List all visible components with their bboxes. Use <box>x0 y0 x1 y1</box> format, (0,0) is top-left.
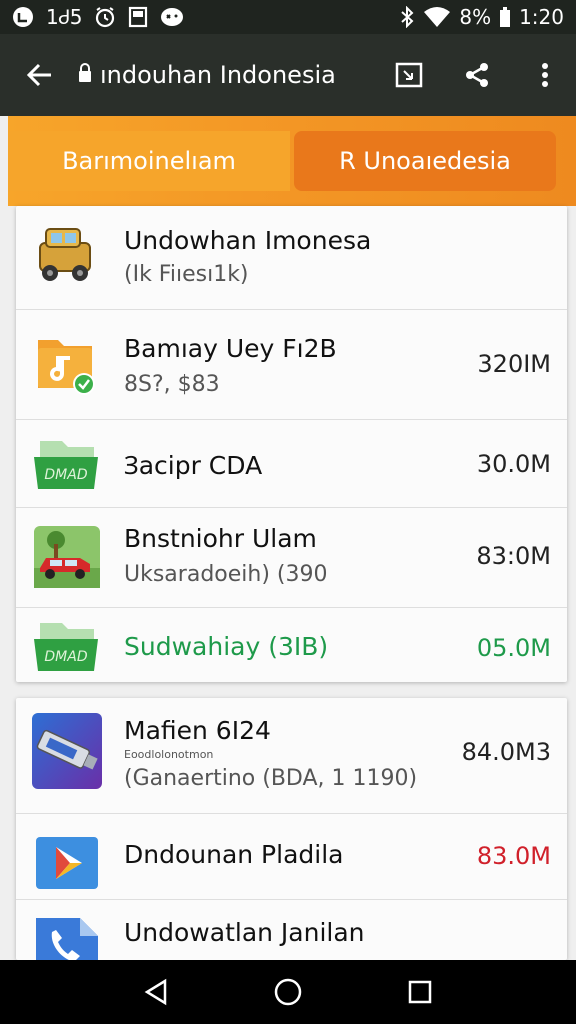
list-item[interactable]: Undowatlan Janilan <box>16 900 567 960</box>
list-item[interactable]: Bamıay Uey Fı2B 8S?, $83 320IM <box>16 310 567 420</box>
list-item[interactable]: Undowhan Imonesa (Ik Fiıesı1k) <box>16 206 567 310</box>
game-icon <box>160 6 184 28</box>
status-bar: 1Ꮷ5 8% 1:20 <box>0 0 576 34</box>
url-bar[interactable]: ındouhan Indonesia <box>78 61 348 89</box>
notification-icon <box>12 6 34 28</box>
list-item[interactable]: DMAD Ɜacipr CDA 30.0M <box>16 420 567 508</box>
list-item[interactable]: Bnstniohr Ulam Uksaradoeih) (390 83:0M <box>16 508 567 608</box>
list-item[interactable]: Dndounan Pladila 83.0M <box>16 814 567 900</box>
item-size: 83:0M <box>476 542 551 570</box>
item-size: 05.0M <box>476 634 551 662</box>
truck-app-icon <box>32 220 102 290</box>
music-folder-app-icon <box>32 328 102 398</box>
item-title: Undowhan Imonesa <box>124 226 372 255</box>
item-title: Dndounan Pladila <box>124 840 344 869</box>
tab-switch-icon[interactable] <box>392 58 426 92</box>
item-subtitle: (Ik Fiıesı1k) <box>124 262 249 287</box>
flash-drive-app-icon <box>32 713 102 789</box>
dmad-app-icon: DMAD <box>32 430 102 500</box>
home-circle-icon[interactable] <box>268 972 308 1012</box>
car-app-icon <box>32 522 102 592</box>
share-icon[interactable] <box>460 58 494 92</box>
item-subtitle: (Ganaertino (BDA, 1 1190) <box>124 766 418 791</box>
item-title: Ɜacipr CDA <box>124 451 263 480</box>
back-arrow-icon[interactable] <box>20 55 60 95</box>
item-title: Bnstniohr Ulam <box>124 524 317 553</box>
wifi-icon <box>423 6 451 28</box>
apps-list-card: Mafien 6I24 Eoodlolonotmon (Ganaertino (… <box>16 698 567 960</box>
lock-icon <box>78 61 92 89</box>
screenshot-icon <box>128 6 148 28</box>
back-triangle-icon[interactable] <box>136 972 176 1012</box>
browser-toolbar: ındouhan Indonesia <box>0 34 576 116</box>
tab-first[interactable]: Barımoinelıam <box>8 131 290 191</box>
dmad-app-icon: DMAD <box>32 612 102 682</box>
category-tabs: Barımoinelıam R Unoaıedesia <box>8 116 576 206</box>
item-title: Sudwahiay (3IB) <box>124 632 329 661</box>
item-subtitle: Uksaradoeih) (390 <box>124 562 328 587</box>
battery-icon <box>499 6 511 28</box>
battery-percent: 8% <box>459 5 492 29</box>
recents-square-icon[interactable] <box>400 972 440 1012</box>
item-title: Undowatlan Janilan <box>124 918 365 947</box>
more-vert-icon[interactable] <box>528 58 562 92</box>
system-nav-bar <box>0 960 576 1024</box>
alarm-icon <box>94 6 116 28</box>
item-size: 83.0M <box>476 842 551 870</box>
list-item[interactable]: DMAD Sudwahiay (3IB) 05.0M <box>16 608 567 682</box>
svg-text:DMAD: DMAD <box>44 467 87 483</box>
item-title: Bamıay Uey Fı2B <box>124 334 337 363</box>
item-size: 84.0M3 <box>461 738 551 766</box>
svg-text:DMAD: DMAD <box>44 649 87 665</box>
item-title: Mafien 6I24 <box>124 716 271 745</box>
item-tiny-text: Eoodlolonotmon <box>124 748 214 761</box>
status-left-text: 1Ꮷ5 <box>46 5 83 29</box>
item-subtitle: 8S?, $83 <box>124 372 220 397</box>
bluetooth-icon <box>399 6 415 28</box>
list-item[interactable]: Mafien 6I24 Eoodlolonotmon (Ganaertino (… <box>16 698 567 814</box>
tab-second[interactable]: R Unoaıedesia <box>294 131 556 191</box>
item-size: 320IM <box>477 350 551 378</box>
url-text: ındouhan Indonesia <box>100 61 336 89</box>
phone-app-icon <box>32 912 102 960</box>
status-time: 1:20 <box>519 5 564 29</box>
play-store-icon <box>32 828 102 898</box>
downloads-list-card: Undowhan Imonesa (Ik Fiıesı1k) Bamıay Ue… <box>16 206 567 682</box>
item-size: 30.0M <box>476 450 551 478</box>
